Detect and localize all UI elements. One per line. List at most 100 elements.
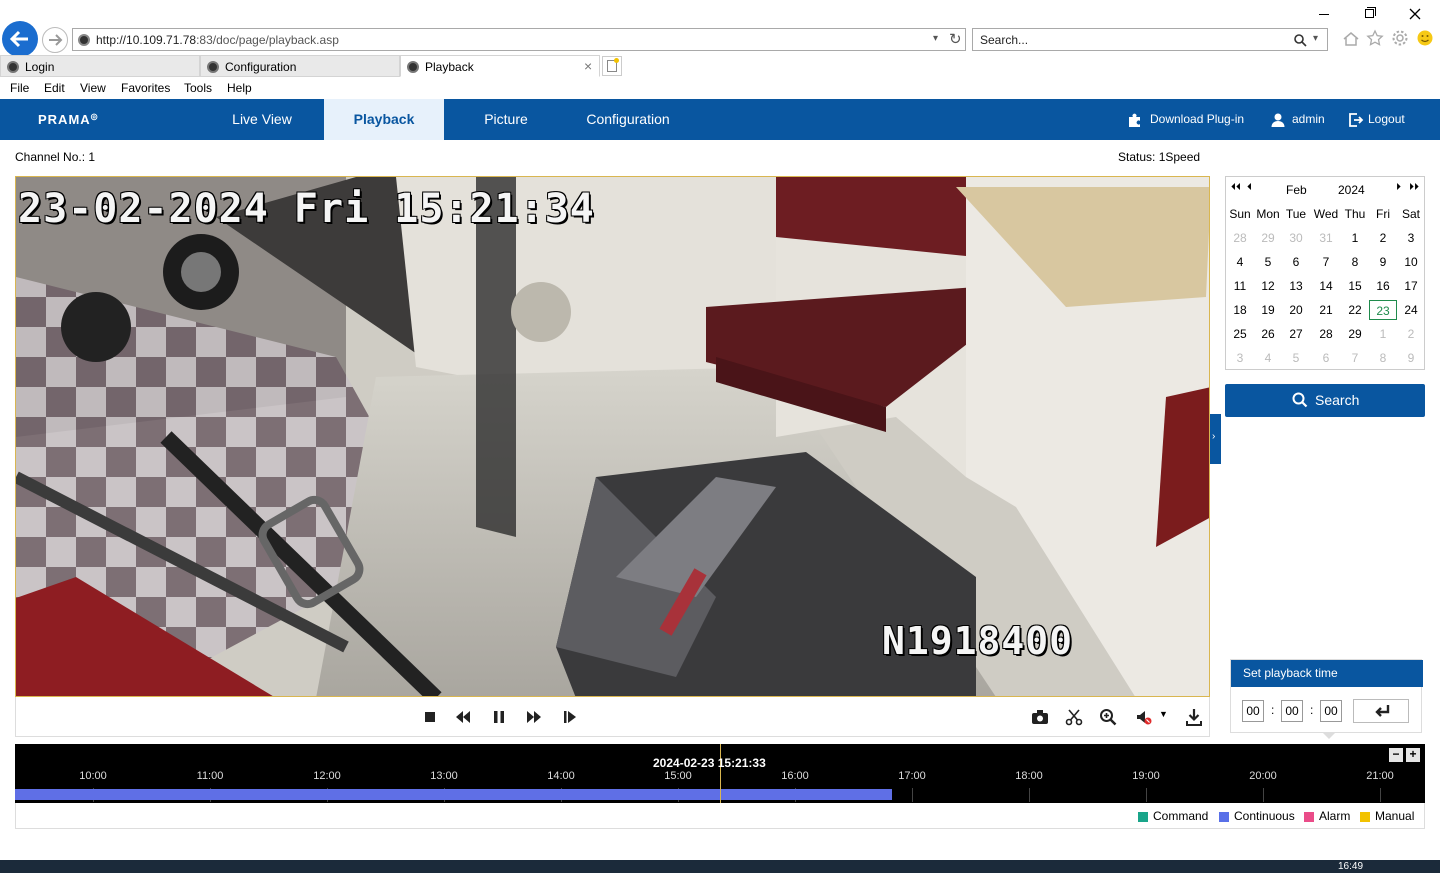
calendar-day[interactable]: 7	[1341, 348, 1369, 368]
user-menu[interactable]: admin	[1270, 99, 1330, 140]
calendar-day[interactable]: 9	[1397, 348, 1425, 368]
audio-muted-icon[interactable]	[1134, 707, 1154, 727]
rewind-icon[interactable]	[453, 707, 473, 727]
calendar-day[interactable]: 23	[1369, 300, 1397, 320]
digital-zoom-icon[interactable]	[1098, 707, 1118, 727]
download-icon[interactable]	[1184, 707, 1204, 727]
address-bar[interactable]: http://10.109.71.78:83/doc/page/playback…	[72, 28, 966, 51]
second-input[interactable]: 00	[1320, 700, 1342, 722]
search-dropdown-icon[interactable]: ▾	[1313, 33, 1318, 44]
clip-scissors-icon[interactable]	[1064, 707, 1084, 727]
menu-file[interactable]: File	[10, 81, 29, 95]
calendar-day[interactable]: 17	[1397, 276, 1425, 296]
new-tab-button[interactable]	[602, 56, 622, 76]
gear-icon[interactable]	[1391, 29, 1409, 47]
calendar-day[interactable]: 30	[1282, 228, 1310, 248]
calendar-month[interactable]: Feb	[1286, 183, 1307, 197]
download-plugin-link[interactable]: Download Plug-in	[1127, 99, 1252, 140]
next-year-icon[interactable]: ⏵⏵	[1409, 182, 1419, 193]
panel-toggle-tab[interactable]: ›	[1210, 414, 1221, 464]
calendar-day[interactable]: 7	[1312, 252, 1340, 272]
calendar-day[interactable]: 10	[1397, 252, 1425, 272]
menu-view[interactable]: View	[80, 81, 106, 95]
favorites-star-icon[interactable]	[1366, 29, 1384, 47]
prev-year-icon[interactable]: ⏴⏴	[1231, 182, 1241, 193]
dropdown-icon[interactable]: ▾	[933, 33, 938, 44]
minimize-button[interactable]	[1316, 6, 1332, 20]
nav-playback[interactable]: Playback	[324, 99, 444, 140]
fast-forward-icon[interactable]	[524, 707, 544, 727]
calendar-day[interactable]: 11	[1226, 276, 1254, 296]
calendar-day[interactable]: 31	[1312, 228, 1340, 248]
calendar-day[interactable]: 14	[1312, 276, 1340, 296]
calendar-day[interactable]: 15	[1341, 276, 1369, 296]
zoom-in-timeline-button[interactable]: +	[1406, 748, 1420, 762]
tab-playback[interactable]: Playback ×	[400, 55, 600, 77]
calendar-day[interactable]: 2	[1397, 324, 1425, 344]
calendar-day[interactable]: 16	[1369, 276, 1397, 296]
calendar-day[interactable]: 5	[1254, 252, 1282, 272]
calendar-day[interactable]: 5	[1282, 348, 1310, 368]
logout-link[interactable]: Logout	[1348, 99, 1408, 140]
calendar-day[interactable]: 27	[1282, 324, 1310, 344]
calendar-day[interactable]: 3	[1226, 348, 1254, 368]
calendar-day[interactable]: 13	[1282, 276, 1310, 296]
calendar-day[interactable]: 20	[1282, 300, 1310, 320]
apply-time-button[interactable]	[1353, 699, 1409, 723]
home-icon[interactable]	[1342, 30, 1360, 48]
calendar-day[interactable]: 29	[1254, 228, 1282, 248]
calendar-day[interactable]: 12	[1254, 276, 1282, 296]
timeline-cursor[interactable]	[720, 744, 721, 803]
volume-dropdown-icon[interactable]: ▼	[1159, 709, 1168, 719]
snapshot-camera-icon[interactable]	[1030, 707, 1050, 727]
calendar-day[interactable]: 9	[1369, 252, 1397, 272]
browser-search-input[interactable]: Search... ▾	[972, 28, 1328, 51]
stop-icon[interactable]	[420, 707, 440, 727]
calendar-day[interactable]: 18	[1226, 300, 1254, 320]
prev-month-icon[interactable]: ⏴	[1247, 182, 1252, 193]
calendar-day[interactable]: 22	[1341, 300, 1369, 320]
restore-button[interactable]	[1362, 6, 1376, 20]
calendar-day[interactable]: 25	[1226, 324, 1254, 344]
hour-input[interactable]: 00	[1242, 700, 1264, 722]
tab-login[interactable]: Login	[0, 55, 200, 77]
calendar-year[interactable]: 2024	[1338, 183, 1365, 197]
calendar-day[interactable]: 21	[1312, 300, 1340, 320]
menu-help[interactable]: Help	[227, 81, 252, 95]
calendar-day[interactable]: 19	[1254, 300, 1282, 320]
calendar-day[interactable]: 3	[1397, 228, 1425, 248]
menu-favorites[interactable]: Favorites	[121, 81, 170, 95]
calendar-day[interactable]: 4	[1226, 252, 1254, 272]
calendar-day[interactable]: 28	[1226, 228, 1254, 248]
playback-timeline[interactable]: 10:00 11:00 12:00 13:00 14:00 15:00 16:00 17:00…	[15, 744, 1425, 803]
minute-input[interactable]: 00	[1281, 700, 1303, 722]
calendar-day[interactable]: 1	[1341, 228, 1369, 248]
smiley-icon[interactable]	[1416, 29, 1434, 47]
calendar-day[interactable]: 6	[1312, 348, 1340, 368]
calendar-day[interactable]: 8	[1369, 348, 1397, 368]
refresh-icon[interactable]: ↻	[949, 30, 962, 48]
calendar-day[interactable]: 2	[1369, 228, 1397, 248]
calendar-day[interactable]: 8	[1341, 252, 1369, 272]
forward-button[interactable]	[42, 27, 68, 53]
close-window-icon[interactable]	[1408, 7, 1422, 21]
search-recordings-button[interactable]: Search	[1225, 384, 1425, 417]
calendar-day[interactable]: 6	[1282, 252, 1310, 272]
menu-tools[interactable]: Tools	[184, 81, 212, 95]
calendar-day[interactable]: 26	[1254, 324, 1282, 344]
tab-configuration[interactable]: Configuration	[200, 55, 400, 77]
video-player[interactable]: 23-02-2024 Fri 15:21:34 N1918400	[15, 176, 1210, 697]
calendar-day[interactable]: 4	[1254, 348, 1282, 368]
step-frame-icon[interactable]	[560, 707, 580, 727]
calendar-day[interactable]: 29	[1341, 324, 1369, 344]
calendar-day[interactable]: 1	[1369, 324, 1397, 344]
continuous-recording-bar[interactable]	[15, 789, 892, 800]
calendar-day[interactable]: 24	[1397, 300, 1425, 320]
nav-live-view[interactable]: Live View	[203, 99, 321, 140]
pause-icon[interactable]	[489, 707, 509, 727]
close-tab-icon[interactable]: ×	[584, 58, 592, 74]
back-button[interactable]	[2, 21, 38, 57]
menu-edit[interactable]: Edit	[44, 81, 65, 95]
nav-configuration[interactable]: Configuration	[566, 99, 690, 140]
search-icon[interactable]	[1293, 33, 1307, 47]
